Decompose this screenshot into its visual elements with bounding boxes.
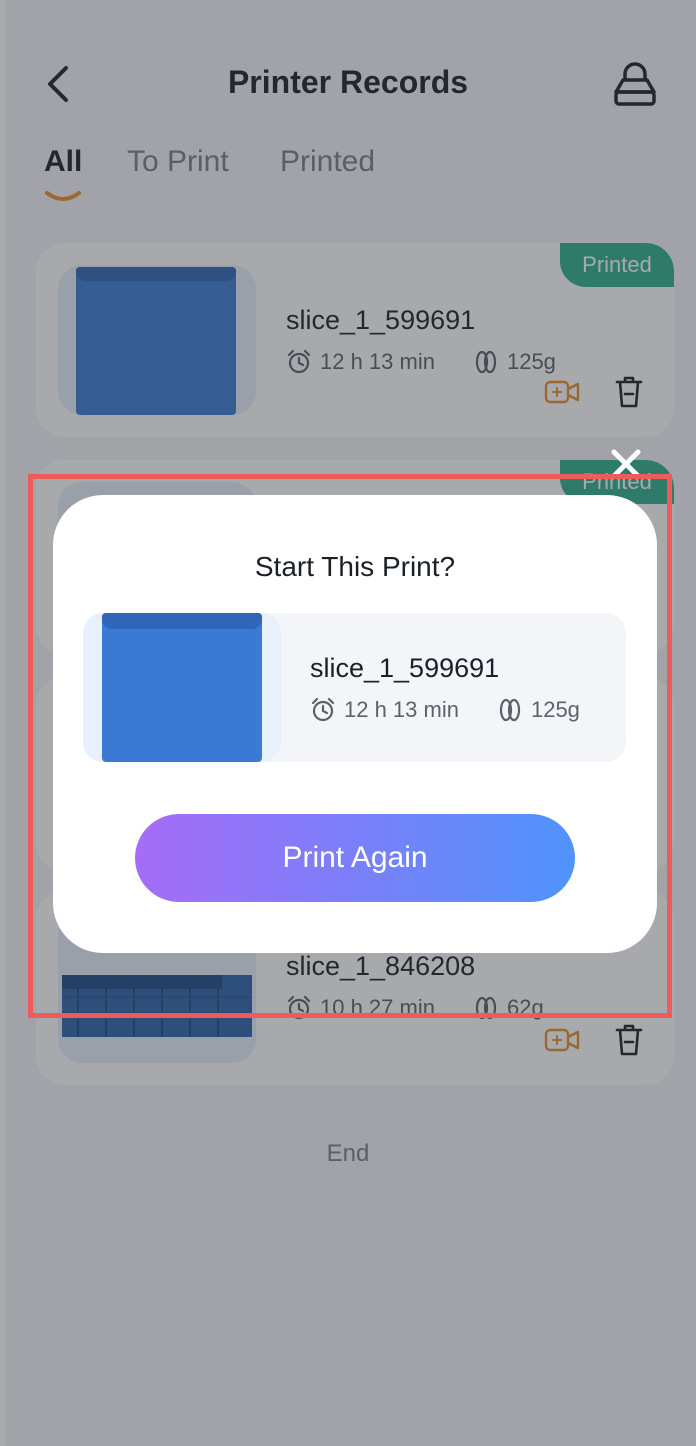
record-meta: 12 h 13 min 125g <box>310 697 580 723</box>
print-time: 12 h 13 min <box>344 697 459 722</box>
dialog-title: Start This Print? <box>254 551 456 582</box>
model-preview <box>102 613 262 762</box>
start-print-dialog: Start This Print? slice_1_599691 12 h 13… <box>53 495 657 953</box>
filament-spool-icon <box>499 698 521 722</box>
dialog-record-card: slice_1_599691 12 h 13 min 125g <box>83 613 626 762</box>
filament-weight: 125g <box>530 697 580 722</box>
model-preview-top <box>102 613 262 629</box>
print-again-button[interactable]: Print Again <box>135 814 575 902</box>
model-thumbnail <box>83 613 281 762</box>
file-name: slice_1_599691 <box>310 653 500 683</box>
close-icon[interactable] <box>608 446 644 482</box>
alarm-clock-icon <box>311 697 335 722</box>
